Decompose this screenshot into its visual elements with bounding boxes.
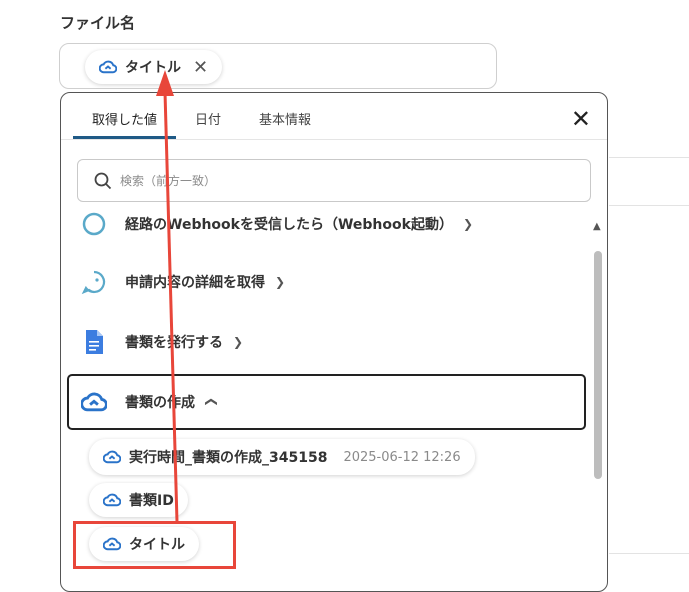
background-divider	[609, 157, 689, 158]
chat-bubble-icon	[81, 269, 107, 295]
scrollbar-thumb[interactable]	[594, 251, 602, 479]
chevron-up-icon: ❯	[203, 396, 218, 408]
tab-date[interactable]: 日付	[176, 93, 240, 139]
section-label: 書類の作成	[125, 395, 195, 411]
chip-label: タイトル	[125, 60, 181, 76]
value-chip-execution-time[interactable]: 実行時間_書類の作成_345158 2025-06-12 12:26	[89, 439, 475, 475]
chevron-down-icon: ❯	[462, 217, 474, 231]
value-label: 実行時間_書類の作成_345158	[129, 450, 328, 466]
cloud-sign-icon	[103, 450, 121, 464]
section-issue-document[interactable]: 書類を発行する ❯	[81, 329, 243, 355]
chevron-down-icon: ❯	[275, 275, 286, 289]
file-name-label: ファイル名	[60, 14, 136, 32]
tab-divider	[61, 139, 607, 140]
cloud-sign-icon	[81, 389, 107, 415]
title-variable-chip[interactable]: タイトル ✕	[85, 50, 223, 84]
webhook-icon	[81, 211, 107, 237]
scroll-up-icon[interactable]: ▲	[593, 221, 601, 232]
section-application-details[interactable]: 申請内容の詳細を取得 ❯	[81, 269, 285, 295]
value-timestamp: 2025-06-12 12:26	[343, 449, 461, 465]
cloud-sign-icon	[99, 60, 117, 74]
value-label: 書類ID	[129, 493, 174, 509]
chevron-down-icon: ❯	[233, 335, 244, 349]
tab-acquired-values[interactable]: 取得した値	[73, 93, 177, 139]
search-input[interactable]	[118, 172, 522, 189]
section-label: 申請内容の詳細を取得	[125, 275, 265, 291]
cloud-sign-icon	[103, 493, 121, 507]
value-chip-document-id[interactable]: 書類ID	[89, 483, 188, 517]
annotation-highlight-box	[73, 521, 236, 569]
background-divider	[609, 553, 689, 554]
section-label: 書類を発行する	[125, 335, 223, 351]
section-webhook-trigger[interactable]: 経路のWebhookを受信したら（Webhook起動） ❯	[81, 211, 473, 237]
close-icon[interactable]: ✕	[193, 57, 208, 78]
search-icon	[94, 172, 112, 189]
tab-bar: 取得した値 日付 基本情報	[73, 93, 330, 139]
search-box[interactable]	[77, 159, 591, 202]
section-create-document[interactable]: 書類の作成 ❯	[81, 389, 218, 415]
section-label: 経路のWebhookを受信したら（Webhook起動）	[125, 217, 453, 233]
background-divider	[609, 205, 689, 206]
close-icon[interactable]: ✕	[571, 107, 591, 131]
google-docs-icon	[81, 329, 107, 355]
value-picker-panel: 取得した値 日付 基本情報 ✕ 経路のWebhookを受信したら（Webhook…	[60, 92, 608, 592]
tab-basic-info[interactable]: 基本情報	[240, 93, 330, 139]
